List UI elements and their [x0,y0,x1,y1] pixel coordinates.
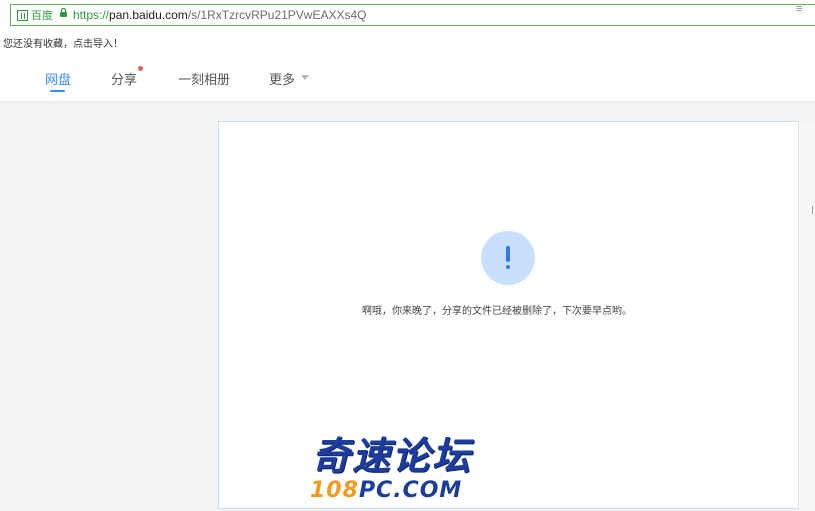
lock-icon[interactable] [60,8,67,17]
baidu-icon [17,9,28,21]
address-bar[interactable]: 百度 https://pan.baidu.com/s/1RxTzrcvRPu21… [10,4,815,26]
url-text[interactable]: https://pan.baidu.com/s/1RxTzrcvRPu21PVw… [73,7,367,23]
nav-item-netdisk[interactable]: 网盘 [45,69,71,88]
site-badge[interactable]: 百度 [17,8,53,22]
watermark-domain-part2: PC.COM [358,478,463,503]
error-message: 啊哦，你来晚了，分享的文件已经被删除了，下次要早点哟。 [362,306,632,317]
nav-item-more[interactable]: 更多 [269,69,295,88]
panel-edge-mark [812,206,813,214]
bookmarks-hint[interactable]: 您还没有收藏，点击导入！ [3,35,123,50]
watermark-logo-text: 奇速论坛 [312,436,473,478]
url-path: /s/1RxTzrcvRPu21PVwEAXXs4Q [187,8,367,22]
page: 百度 https://pan.baidu.com/s/1RxTzrcvRPu21… [0,0,815,511]
url-host: pan.baidu.com [109,8,188,22]
nav-item-album[interactable]: 一刻相册 [178,69,230,88]
notification-dot [138,66,143,71]
right-side-panel [798,121,815,511]
watermark-domain: 108PC.COM [310,479,462,503]
active-tab-indicator [50,90,65,92]
chevron-down-icon[interactable] [301,75,309,80]
watermark-domain-part1: 108 [310,478,359,503]
site-badge-label: 百度 [31,10,53,22]
nav-item-share[interactable]: 分享 [111,69,137,88]
exclamation-icon [481,231,535,285]
menu-icon[interactable]: ≡ [796,3,802,15]
url-scheme: https:// [73,8,110,22]
